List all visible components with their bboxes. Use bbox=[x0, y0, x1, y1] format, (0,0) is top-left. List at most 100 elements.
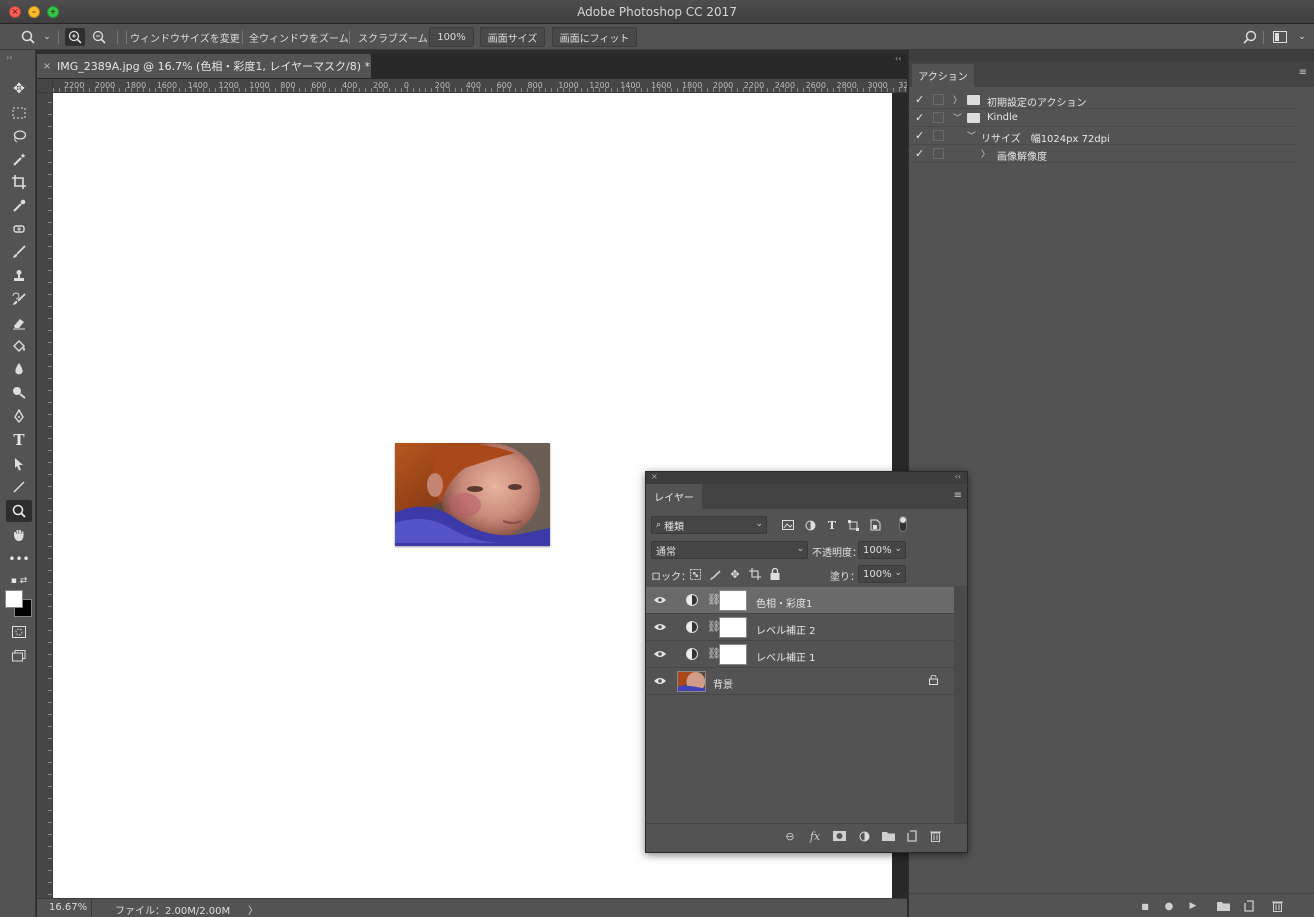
layer-name[interactable]: レベル補正 1 bbox=[756, 649, 816, 664]
zoom-100-button[interactable]: 100% bbox=[429, 27, 474, 47]
action-row[interactable]: ✓ 〉 初期設定のアクション bbox=[909, 91, 1297, 109]
add-mask-icon[interactable] bbox=[831, 829, 847, 843]
record-icon[interactable]: ● bbox=[1161, 899, 1177, 913]
collapse-icon[interactable]: ‹‹ bbox=[895, 54, 901, 63]
new-group-folder-icon[interactable] bbox=[880, 829, 896, 843]
move-tool-icon[interactable]: ✥ bbox=[6, 78, 32, 100]
close-tab-icon[interactable]: × bbox=[37, 61, 57, 72]
play-icon[interactable]: ▶ bbox=[1185, 899, 1201, 913]
disclosure-triangle-icon[interactable]: 〉 bbox=[953, 93, 962, 106]
trash-icon[interactable] bbox=[1269, 899, 1285, 913]
paint-bucket-tool-icon[interactable] bbox=[6, 335, 32, 357]
panel-menu-icon[interactable]: ≡ bbox=[954, 490, 962, 501]
visibility-eye-icon[interactable] bbox=[653, 674, 667, 688]
adjustment-layer-icon[interactable] bbox=[686, 648, 698, 660]
filter-pixel-icon[interactable] bbox=[781, 518, 795, 532]
collapse-icon[interactable]: ›› bbox=[6, 53, 12, 62]
actual-size-button[interactable]: 画面サイズ bbox=[480, 27, 545, 47]
eyedropper-tool-icon[interactable] bbox=[6, 195, 32, 217]
stop-icon[interactable]: ■ bbox=[1137, 899, 1153, 913]
layer-row[interactable]: ⛓ レベル補正 2 bbox=[646, 614, 954, 641]
quick-mask-icon[interactable] bbox=[6, 621, 32, 643]
layers-scrollbar[interactable] bbox=[954, 586, 967, 823]
pen-tool-icon[interactable] bbox=[6, 405, 32, 427]
filter-type-icon[interactable]: T bbox=[825, 518, 839, 532]
layer-row[interactable]: ⛓ レベル補正 1 bbox=[646, 641, 954, 668]
zoom-out-icon[interactable] bbox=[89, 28, 109, 46]
filter-toggle-icon[interactable] bbox=[896, 516, 910, 532]
zoom-tool-preset-icon[interactable] bbox=[18, 28, 38, 46]
panel-menu-icon[interactable]: ≡ bbox=[1299, 67, 1307, 78]
blend-mode-select[interactable]: 通常 ⌄ bbox=[651, 541, 808, 559]
line-tool-icon[interactable] bbox=[6, 476, 32, 498]
toggle-dialog-box[interactable] bbox=[933, 148, 944, 159]
dodge-tool-icon[interactable] bbox=[6, 381, 32, 403]
more-tools-icon[interactable]: ••• bbox=[6, 548, 32, 570]
default-colors-icon[interactable]: ▪ ⇄ bbox=[6, 570, 32, 592]
toggle-dialog-box[interactable] bbox=[933, 130, 944, 141]
new-adjustment-layer-icon[interactable] bbox=[856, 829, 872, 843]
close-panel-icon[interactable]: × bbox=[651, 472, 658, 481]
clone-stamp-tool-icon[interactable] bbox=[6, 265, 32, 287]
layer-mask-thumbnail[interactable] bbox=[719, 644, 747, 665]
hand-tool-icon[interactable] bbox=[6, 524, 32, 546]
toggle-item-checkmark[interactable]: ✓ bbox=[915, 93, 924, 106]
tab-actions[interactable]: アクション bbox=[912, 64, 974, 87]
eraser-tool-icon[interactable] bbox=[6, 312, 32, 334]
layers-panel-header[interactable]: × ‹‹ bbox=[646, 472, 967, 484]
action-row[interactable]: ✓ 〉画像解像度 bbox=[909, 145, 1297, 163]
visibility-eye-icon[interactable] bbox=[653, 593, 667, 607]
adjustment-layer-icon[interactable] bbox=[686, 594, 698, 606]
resize-windows-checkbox[interactable]: ウィンドウサイズを変更 bbox=[130, 30, 240, 45]
status-menu-arrow[interactable]: 〉 bbox=[248, 902, 258, 917]
toggle-item-checkmark[interactable]: ✓ bbox=[915, 111, 924, 124]
magic-wand-tool-icon[interactable] bbox=[6, 148, 32, 170]
fit-screen-button[interactable]: 画面にフィット bbox=[552, 27, 637, 47]
visibility-eye-icon[interactable] bbox=[653, 647, 667, 661]
toggle-item-checkmark[interactable]: ✓ bbox=[915, 147, 924, 160]
layer-row[interactable]: 背景 bbox=[646, 668, 954, 695]
chevron-down-icon[interactable]: ⌄ bbox=[1292, 28, 1312, 46]
lock-image-pixels-icon[interactable] bbox=[708, 567, 722, 581]
layer-name[interactable]: レベル補正 2 bbox=[756, 622, 816, 637]
lock-icon[interactable] bbox=[929, 674, 938, 688]
layer-mask-thumbnail[interactable] bbox=[719, 590, 747, 611]
new-set-folder-icon[interactable] bbox=[1215, 899, 1231, 913]
history-brush-tool-icon[interactable] bbox=[6, 288, 32, 310]
layer-mask-thumbnail[interactable] bbox=[719, 617, 747, 638]
lock-all-icon[interactable] bbox=[768, 567, 782, 581]
search-icon[interactable] bbox=[1240, 28, 1260, 46]
fx-icon[interactable]: fx bbox=[807, 829, 823, 843]
filter-shape-icon[interactable] bbox=[846, 518, 860, 532]
chevron-down-icon[interactable]: ⌄ bbox=[37, 28, 57, 46]
layer-filter-select[interactable]: ⌕ 種類 ⌄ bbox=[651, 516, 767, 534]
zoom-level[interactable]: 16.67% bbox=[49, 902, 87, 913]
zoom-tool-icon[interactable] bbox=[6, 500, 32, 522]
action-row[interactable]: ✓ ﹀ リサイズ 幅1024px 72dpi bbox=[909, 127, 1297, 145]
filter-adjustment-icon[interactable] bbox=[803, 518, 817, 532]
opacity-field[interactable]: 100% ⌄ bbox=[858, 541, 906, 559]
visibility-eye-icon[interactable] bbox=[653, 620, 667, 634]
fill-field[interactable]: 100% ⌄ bbox=[858, 565, 906, 583]
new-layer-icon[interactable] bbox=[904, 829, 920, 843]
layer-row[interactable]: ⛓ 色相・彩度1 bbox=[646, 587, 954, 614]
collapse-icon[interactable]: ‹‹ bbox=[955, 472, 961, 481]
zoom-all-windows-checkbox[interactable]: 全ウィンドウをズーム bbox=[249, 30, 349, 45]
disclosure-triangle-icon[interactable]: ﹀ bbox=[953, 111, 962, 124]
lock-artboard-icon[interactable] bbox=[748, 567, 762, 581]
path-selection-tool-icon[interactable] bbox=[6, 453, 32, 475]
disclosure-triangle-icon[interactable]: 〉 bbox=[981, 147, 990, 160]
lock-position-icon[interactable]: ✥ bbox=[728, 567, 742, 581]
toggle-item-checkmark[interactable]: ✓ bbox=[915, 129, 924, 142]
adjustment-layer-icon[interactable] bbox=[686, 621, 698, 633]
scrubby-zoom-checkbox[interactable]: スクラブズーム bbox=[358, 30, 428, 45]
lasso-tool-icon[interactable] bbox=[6, 125, 32, 147]
brush-tool-icon[interactable] bbox=[6, 241, 32, 263]
filter-smart-object-icon[interactable] bbox=[868, 518, 882, 532]
ruler-origin[interactable] bbox=[37, 79, 53, 93]
layer-name[interactable]: 色相・彩度1 bbox=[756, 595, 812, 610]
foreground-color-swatch[interactable] bbox=[5, 590, 23, 608]
new-action-icon[interactable] bbox=[1241, 899, 1257, 913]
disclosure-triangle-icon[interactable]: ﹀ bbox=[967, 129, 976, 142]
layer-name[interactable]: 背景 bbox=[713, 676, 733, 691]
